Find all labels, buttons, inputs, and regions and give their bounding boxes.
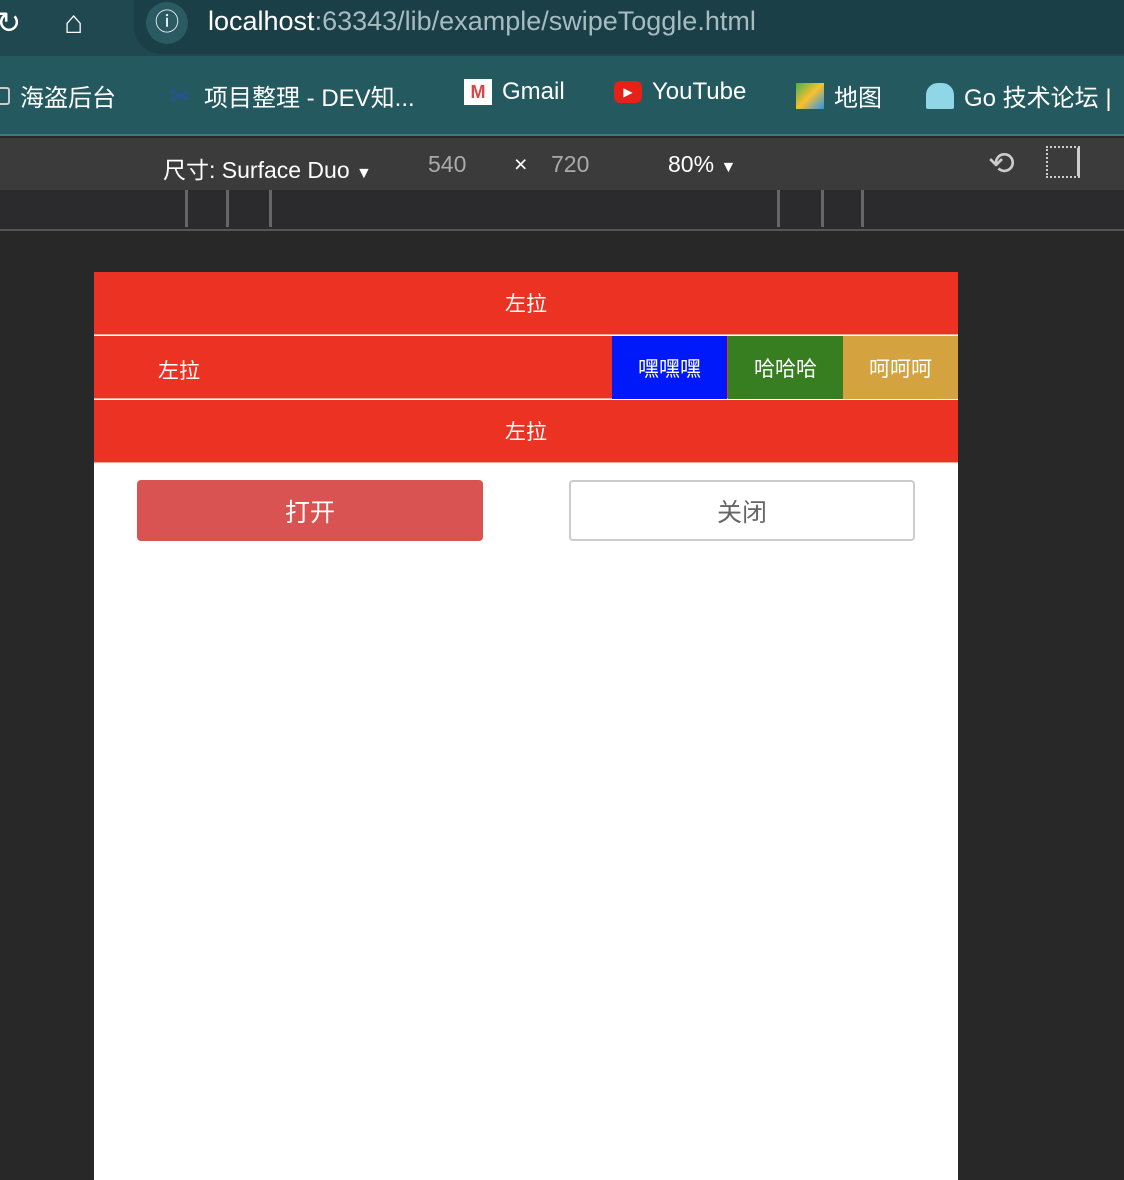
bookmark-label: 地图	[834, 85, 882, 112]
action-label: 呵呵呵	[869, 357, 932, 381]
page-viewport: 左拉 左拉 嘿嘿嘿 哈哈哈 呵呵呵 左拉 打开 关闭	[94, 272, 958, 1180]
bookmark-item[interactable]: ▶ YouTube	[614, 78, 746, 106]
close-label: 关闭	[716, 498, 767, 527]
device-label: 尺寸: Surface Duo	[163, 157, 350, 183]
action-button-hehehe[interactable]: 呵呵呵	[843, 336, 958, 399]
bookmark-label: YouTube	[652, 78, 747, 105]
home-icon[interactable]: ⌂	[64, 4, 83, 41]
gopher-icon	[926, 82, 954, 109]
scissors-icon: ✂	[169, 80, 191, 111]
open-label: 打开	[284, 498, 335, 527]
url-text[interactable]: localhost:63343/lib/example/swipeToggle.…	[208, 6, 756, 37]
maps-icon	[796, 82, 824, 109]
bookmark-label: 项目整理 - DEV知...	[204, 85, 415, 112]
bookmark-item[interactable]: 地图	[796, 78, 882, 113]
width-input[interactable]: 540	[428, 151, 466, 178]
bookmark-item[interactable]: ✂ 项目整理 - DEV知...	[166, 78, 415, 113]
row-label: 左拉	[158, 360, 200, 383]
folder-icon	[0, 86, 10, 105]
action-button-hahaha[interactable]: 哈哈哈	[728, 336, 843, 399]
bookmark-item[interactable]: Go 技术论坛 |	[926, 78, 1112, 113]
caret-down-icon: ▼	[720, 159, 737, 176]
bookmark-item[interactable]: 海盗后台	[0, 78, 116, 113]
action-label: 嘿嘿嘿	[638, 357, 701, 381]
rotate-icon[interactable]: ⟲	[988, 144, 1015, 182]
gmail-icon: M	[464, 79, 492, 105]
zoom-label: 80%	[668, 151, 715, 177]
url-host: localhost	[208, 6, 315, 36]
device-select[interactable]: 尺寸: Surface Duo ▼	[163, 151, 372, 185]
media-query-ruler	[0, 190, 1124, 231]
row-label: 左拉	[505, 293, 547, 316]
open-button[interactable]: 打开	[137, 480, 483, 541]
action-label: 哈哈哈	[754, 357, 817, 381]
url-path: :63343/lib/example/swipeToggle.html	[314, 6, 756, 36]
youtube-icon: ▶	[614, 81, 642, 103]
swipe-row-open[interactable]: 左拉 嘿嘿嘿 哈哈哈 呵呵呵	[94, 336, 958, 399]
zoom-select[interactable]: 80% ▼	[668, 151, 736, 178]
swipe-row[interactable]: 左拉	[94, 272, 958, 335]
dual-screen-icon[interactable]	[1046, 146, 1080, 178]
bookmark-label: Gmail	[502, 78, 565, 105]
browser-top-bar: ↻ ⌂ ⓘ localhost:63343/lib/example/swipeT…	[0, 0, 1124, 56]
bookmarks-bar: 海盗后台 ✂ 项目整理 - DEV知... M Gmail ▶ YouTube 地图 …	[0, 56, 1124, 136]
info-icon[interactable]: ⓘ	[146, 2, 188, 44]
reload-icon[interactable]: ↻	[0, 6, 21, 41]
caret-down-icon: ▼	[356, 165, 372, 182]
device-toolbar: 尺寸: Surface Duo ▼ 540 × 720 80% ▼ ⟲	[0, 138, 1124, 190]
row-label: 左拉	[505, 421, 547, 444]
swipe-row[interactable]: 左拉	[94, 400, 958, 463]
action-button-heiheihei[interactable]: 嘿嘿嘿	[612, 336, 727, 399]
times-icon: ×	[514, 151, 528, 177]
close-button[interactable]: 关闭	[569, 480, 915, 541]
bookmark-label: Go 技术论坛 |	[964, 85, 1112, 112]
bookmark-item[interactable]: M Gmail	[464, 78, 565, 106]
height-input[interactable]: 720	[551, 151, 589, 178]
bookmark-label: 海盗后台	[20, 85, 116, 112]
